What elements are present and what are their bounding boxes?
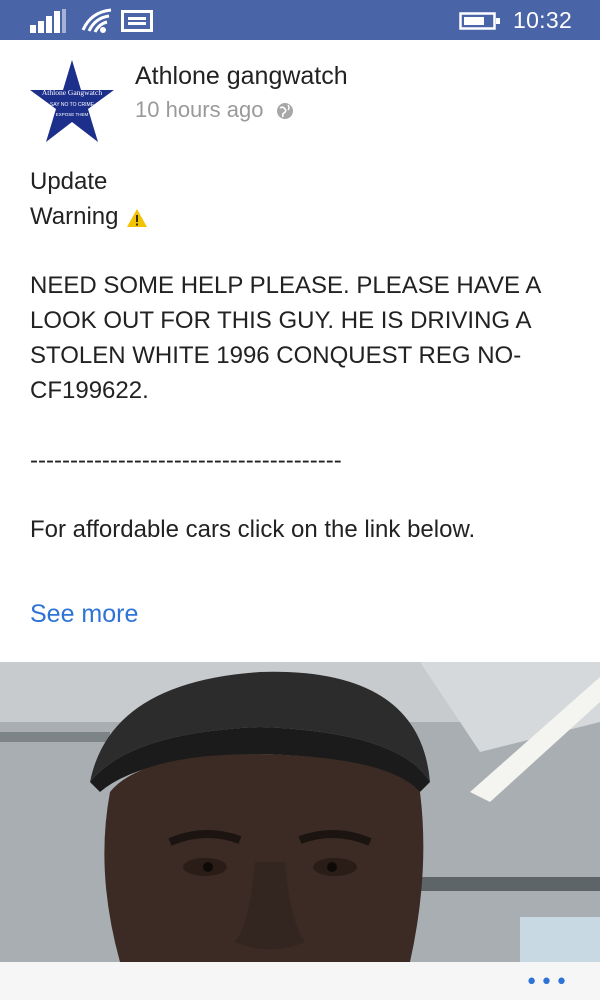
bottom-bar: ••• — [0, 962, 600, 1000]
post-divider-line: --------------------------------------- — [30, 447, 342, 474]
post-line-warning: Warning — [30, 203, 148, 231]
wifi-icon — [81, 8, 112, 33]
photo-image — [0, 662, 600, 962]
post-photo[interactable] — [0, 662, 600, 962]
post-meta: 10 hours ago — [135, 97, 294, 123]
post-line: NEED SOME HELP PLEASE. PLEASE HAVE A — [30, 272, 542, 299]
warning-text: Warning — [30, 203, 119, 230]
post-author[interactable]: Athlone gangwatch — [135, 62, 348, 91]
globe-icon — [276, 103, 293, 120]
see-more-link[interactable]: See more — [30, 600, 138, 629]
post-line: STOLEN WHITE 1996 CONQUEST REG NO- — [30, 342, 522, 369]
status-bar: 10:32 — [0, 0, 600, 40]
clock: 10:32 — [513, 7, 573, 33]
battery-icon — [459, 12, 500, 30]
avatar-text-line3: EXPOSE THEM — [56, 112, 89, 117]
post-line: LOOK OUT FOR THIS GUY. HE IS DRIVING A — [30, 307, 532, 334]
signal-icon — [30, 9, 66, 33]
warning-icon — [127, 208, 148, 227]
post-line: For affordable cars click on the link be… — [30, 516, 476, 543]
page-avatar[interactable]: Athlone Gangwatch SAY NO TO CRIME EXPOSE… — [28, 58, 116, 146]
post-line-update: Update — [30, 168, 108, 195]
post-time[interactable]: 10 hours ago — [135, 97, 263, 122]
more-options-button[interactable]: ••• — [525, 970, 570, 995]
avatar-text-line2: SAY NO TO CRIME — [50, 102, 95, 108]
avatar-text-line1: Athlone Gangwatch — [42, 88, 102, 97]
post-line: CF199622. — [30, 377, 149, 404]
message-icon — [121, 10, 153, 32]
